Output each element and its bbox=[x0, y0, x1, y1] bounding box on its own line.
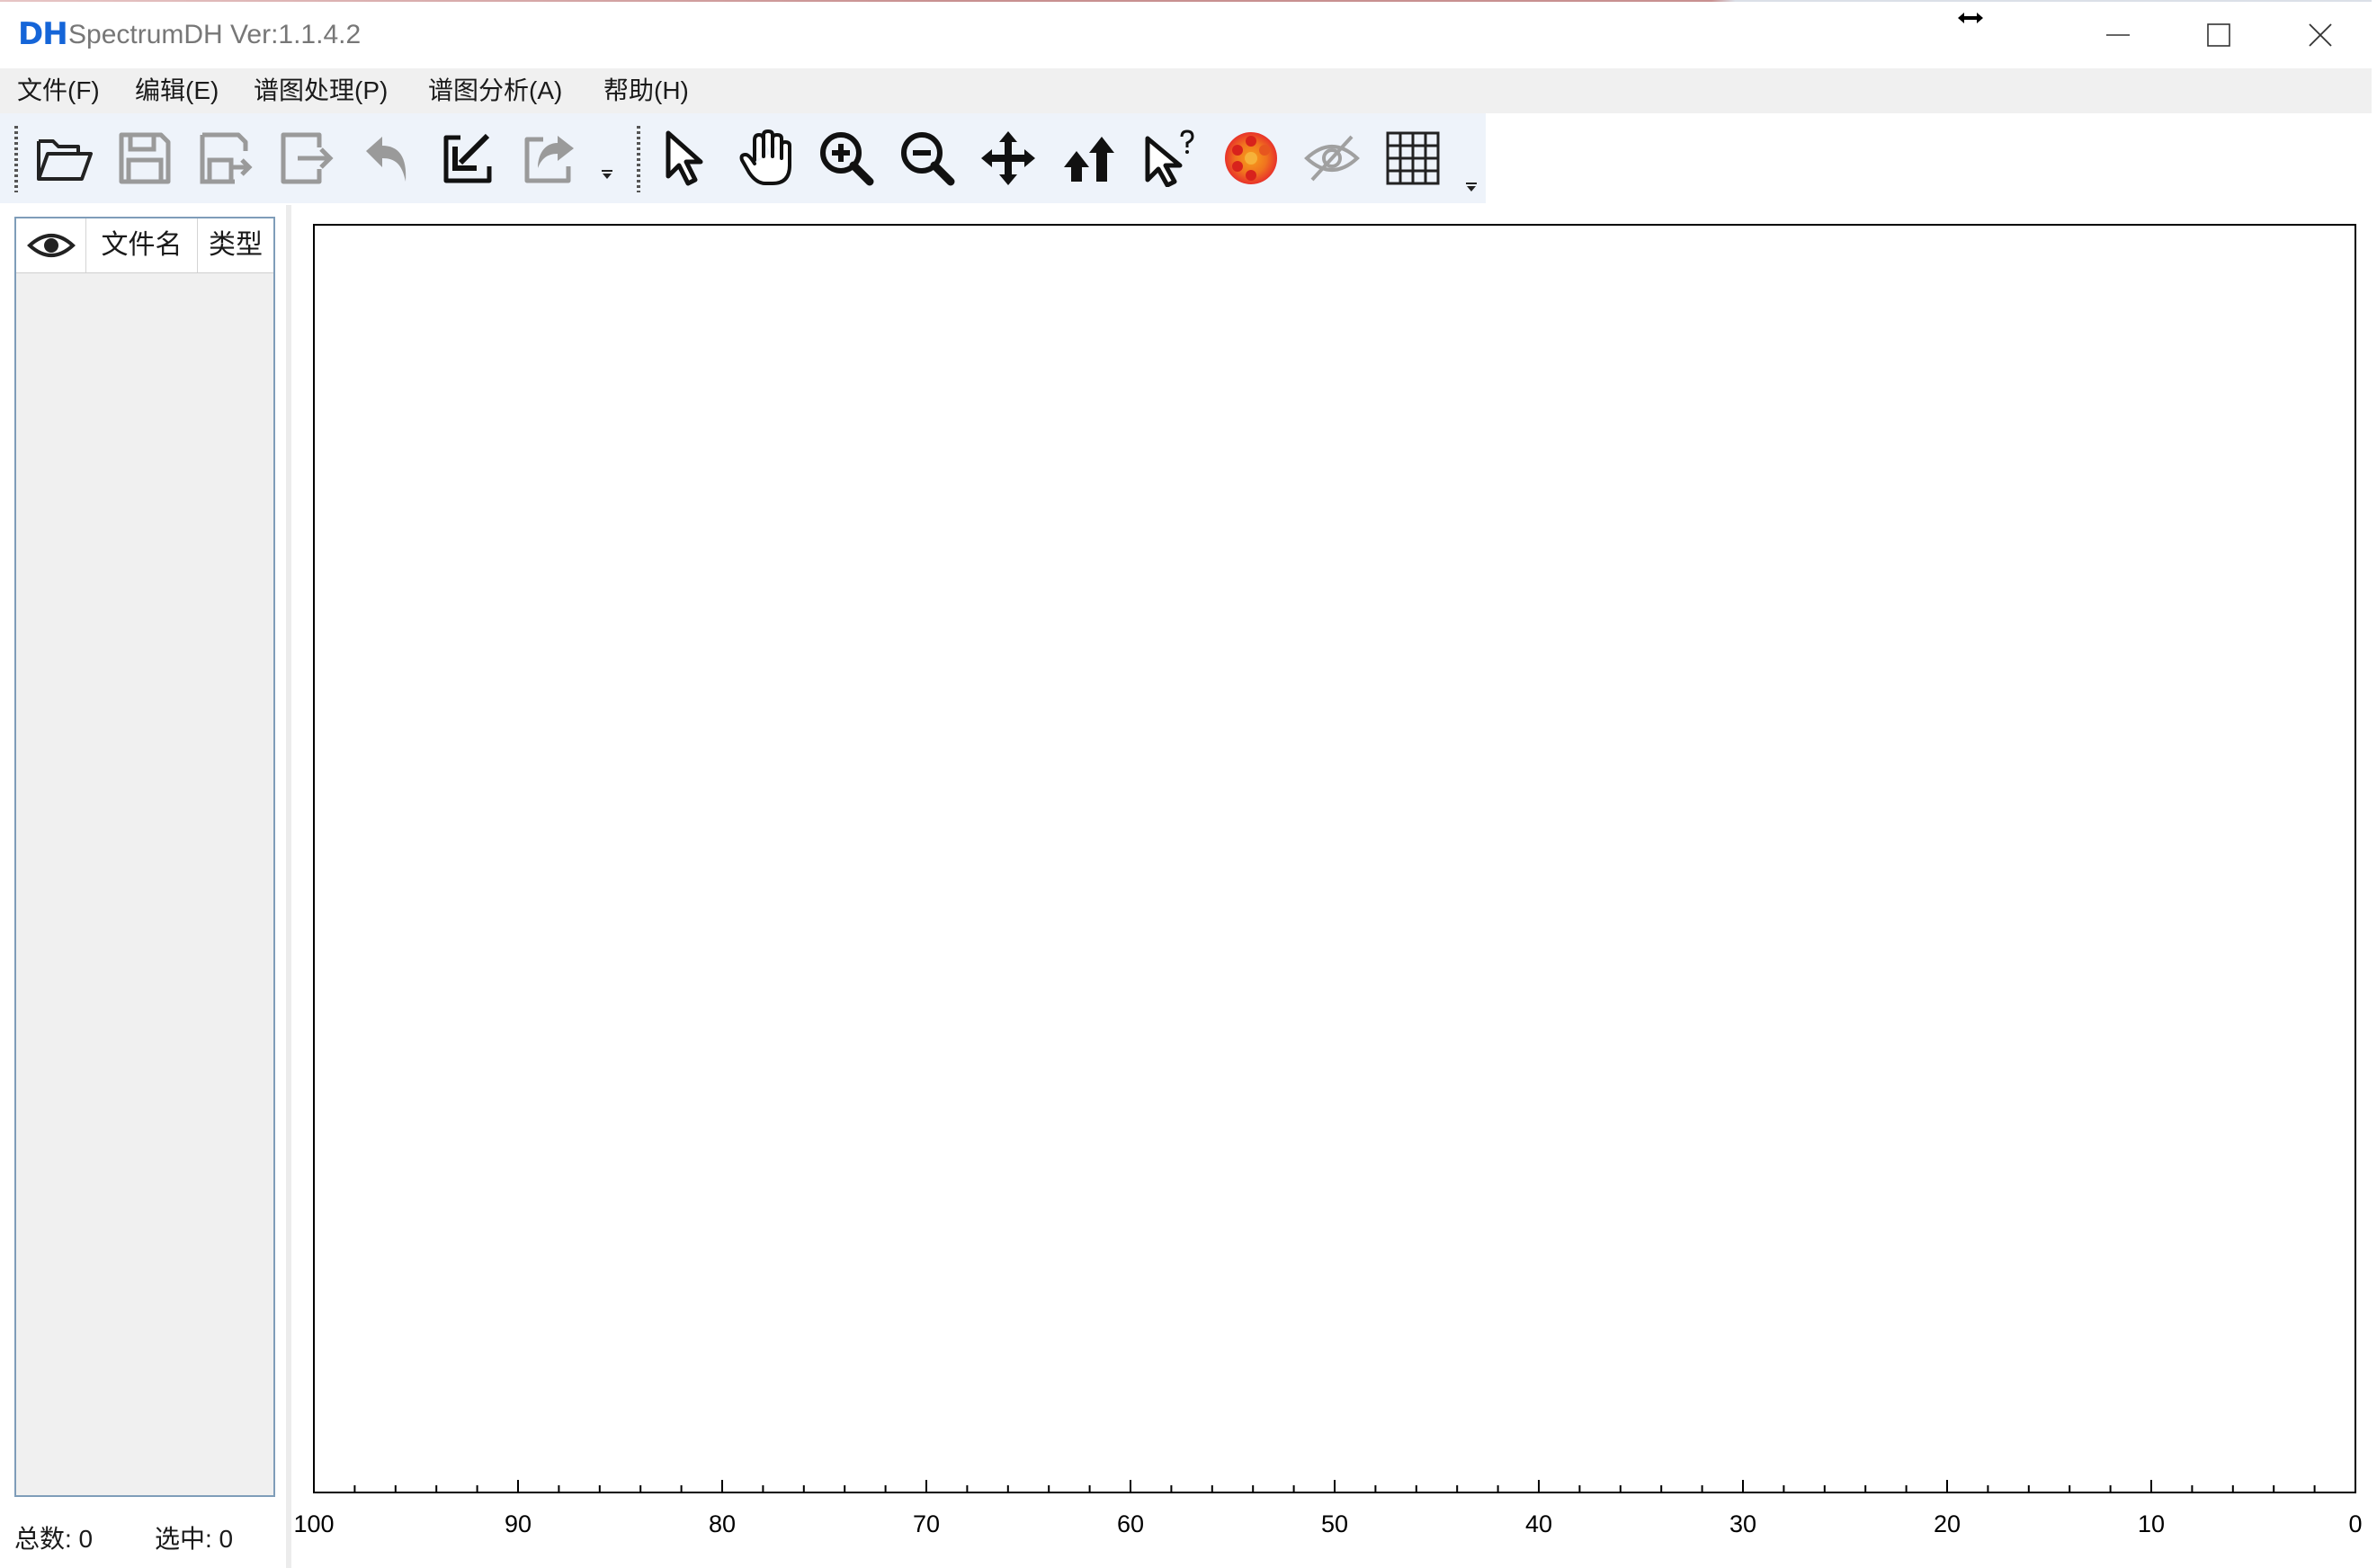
x-tick-label: 60 bbox=[1117, 1510, 1144, 1537]
toolbar-overflow-button[interactable] bbox=[1462, 178, 1480, 196]
x-tick-label: 10 bbox=[2138, 1510, 2165, 1537]
x-tick-label: 100 bbox=[293, 1510, 334, 1537]
x-tick-label: 0 bbox=[2348, 1510, 2362, 1537]
pan-tool-button[interactable] bbox=[730, 124, 800, 192]
export-button[interactable] bbox=[272, 124, 342, 192]
minimize-button[interactable] bbox=[2069, 4, 2167, 67]
maximize-icon bbox=[2207, 23, 2230, 47]
color-palette-icon bbox=[1225, 132, 1277, 184]
color-palette-button[interactable] bbox=[1216, 124, 1286, 192]
resize-cursor-icon bbox=[1958, 13, 1983, 23]
menu-help[interactable]: 帮助(H) bbox=[603, 76, 689, 106]
file-list-header: 文件名 类型 bbox=[16, 218, 273, 273]
export-icon bbox=[281, 132, 334, 184]
spectrum-plot-area[interactable] bbox=[313, 224, 2356, 1493]
menu-file[interactable]: 文件(F) bbox=[17, 76, 100, 106]
zoom-in-icon bbox=[820, 132, 874, 186]
title-bar[interactable]: DH SpectrumDH Ver:1.1.4.2 bbox=[0, 2, 2377, 67]
maximize-button[interactable] bbox=[2169, 4, 2268, 67]
share-button[interactable] bbox=[514, 124, 585, 192]
app-window: DH SpectrumDH Ver:1.1.4.2 文件(F) 编辑(E) 谱图… bbox=[0, 0, 2377, 1568]
save-button[interactable] bbox=[110, 124, 180, 192]
select-tool-button[interactable] bbox=[649, 124, 719, 192]
window-title: SpectrumDH Ver:1.1.4.2 bbox=[68, 20, 362, 49]
panel-splitter[interactable] bbox=[286, 205, 291, 1568]
x-tick-label: 50 bbox=[1321, 1510, 1348, 1537]
share-icon bbox=[524, 136, 574, 183]
x-tick-label: 70 bbox=[913, 1510, 940, 1537]
app-logo: DH bbox=[18, 16, 68, 52]
open-folder-icon bbox=[37, 139, 93, 181]
undo-icon bbox=[366, 137, 407, 182]
visibility-eye-icon bbox=[26, 234, 76, 257]
toolbar-grip[interactable] bbox=[14, 126, 18, 192]
x-tick-label: 80 bbox=[709, 1510, 736, 1537]
close-icon bbox=[2309, 23, 2332, 47]
window-right-edge bbox=[2372, 0, 2377, 1568]
menu-spectrum-analysis[interactable]: 谱图分析(A) bbox=[428, 76, 562, 106]
minimize-icon bbox=[2106, 34, 2130, 36]
move-icon bbox=[981, 131, 1035, 185]
grid-icon bbox=[1386, 131, 1440, 185]
x-tick-label: 40 bbox=[1525, 1510, 1552, 1537]
menu-bar: 文件(F) 编辑(E) 谱图处理(P) 谱图分析(A) 帮助(H) bbox=[0, 68, 2377, 113]
save-icon bbox=[119, 132, 171, 184]
stack-up-icon bbox=[1064, 137, 1114, 182]
zoom-out-icon bbox=[901, 132, 955, 186]
help-pointer-icon bbox=[1145, 129, 1194, 187]
type-column-header[interactable]: 类型 bbox=[198, 218, 273, 272]
import-button[interactable] bbox=[433, 124, 504, 192]
pan-hand-icon bbox=[739, 129, 791, 185]
menu-spectrum-processing[interactable]: 谱图处理(P) bbox=[254, 76, 388, 106]
menu-edit[interactable]: 编辑(E) bbox=[135, 76, 219, 106]
total-count-label: 总数: 0 bbox=[14, 1525, 94, 1553]
toolbar bbox=[0, 113, 1486, 203]
toolbar-overflow-button[interactable] bbox=[598, 165, 616, 183]
filename-column-header[interactable]: 文件名 bbox=[86, 218, 198, 272]
stack-up-button[interactable] bbox=[1054, 124, 1124, 192]
toolbar-grip[interactable] bbox=[637, 126, 640, 192]
grid-button[interactable] bbox=[1378, 124, 1448, 192]
zoom-out-button[interactable] bbox=[892, 124, 962, 192]
visibility-column-header[interactable] bbox=[16, 218, 86, 272]
selected-count-label: 选中: 0 bbox=[155, 1525, 234, 1553]
open-button[interactable] bbox=[29, 124, 99, 192]
x-tick-label: 20 bbox=[1934, 1510, 1961, 1537]
undo-button[interactable] bbox=[353, 124, 423, 192]
select-pointer-icon bbox=[666, 130, 703, 186]
x-tick-label: 30 bbox=[1729, 1510, 1756, 1537]
help-pointer-button[interactable] bbox=[1135, 124, 1205, 192]
close-button[interactable] bbox=[2271, 4, 2370, 67]
chevron-down-icon bbox=[602, 170, 612, 179]
x-tick-label: 90 bbox=[505, 1510, 532, 1537]
move-tool-button[interactable] bbox=[973, 124, 1043, 192]
chevron-down-icon bbox=[1466, 183, 1477, 192]
hide-icon bbox=[1304, 135, 1360, 182]
hide-button[interactable] bbox=[1297, 124, 1367, 192]
save-as-button[interactable] bbox=[191, 124, 261, 192]
import-icon bbox=[443, 133, 492, 183]
save-as-icon bbox=[200, 132, 253, 184]
zoom-in-button[interactable] bbox=[811, 124, 881, 192]
file-list-panel[interactable]: 文件名 类型 bbox=[14, 217, 275, 1497]
